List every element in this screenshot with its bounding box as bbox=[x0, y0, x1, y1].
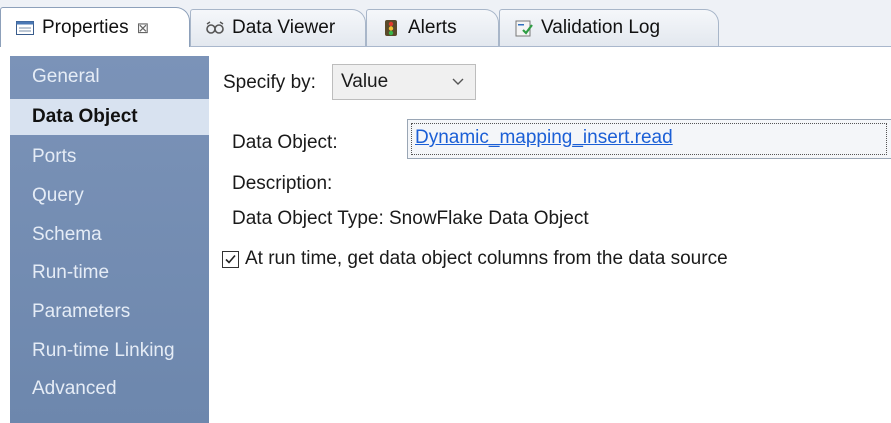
sidebar-item-schema[interactable]: Schema bbox=[10, 217, 209, 253]
sidebar-item-label: Data Object bbox=[32, 106, 138, 127]
sidebar-item-label: Parameters bbox=[32, 301, 131, 322]
close-icon[interactable]: ⊠ bbox=[137, 19, 150, 37]
sidebar-item-parameters[interactable]: Parameters bbox=[10, 294, 209, 330]
chevron-down-icon bbox=[451, 65, 465, 111]
description-label: Description: bbox=[232, 173, 333, 194]
alerts-icon bbox=[381, 18, 401, 38]
validation-log-icon bbox=[514, 18, 534, 38]
runtime-columns-option: At run time, get data object columns fro… bbox=[222, 248, 728, 270]
view-tab-strip: Properties ⊠ Data Viewer Alerts Validati… bbox=[0, 0, 891, 47]
data-object-panel: Specify by: Value Data Object: Dynamic_m… bbox=[209, 47, 891, 423]
sidebar-item-label: Advanced bbox=[32, 378, 117, 399]
sidebar-item-label: Ports bbox=[32, 146, 77, 167]
tab-label: Validation Log bbox=[541, 17, 661, 38]
tab-validation-log[interactable]: Validation Log bbox=[499, 9, 719, 46]
data-object-type-text: Data Object Type: SnowFlake Data Object bbox=[232, 208, 589, 229]
sidebar-item-ports[interactable]: Ports bbox=[10, 139, 209, 175]
sidebar-item-label: Query bbox=[32, 185, 84, 206]
data-object-label: Data Object: bbox=[232, 132, 338, 153]
data-viewer-icon bbox=[205, 18, 225, 38]
specify-by-select[interactable]: Value bbox=[332, 64, 476, 100]
tab-properties[interactable]: Properties ⊠ bbox=[0, 7, 190, 47]
tab-label: Properties bbox=[42, 16, 129, 38]
sidebar-item-label: General bbox=[32, 66, 100, 87]
tab-label: Alerts bbox=[408, 17, 457, 38]
runtime-columns-checkbox[interactable] bbox=[222, 250, 239, 268]
sidebar-item-data-object[interactable]: Data Object bbox=[10, 99, 209, 135]
properties-icon bbox=[15, 18, 35, 38]
tab-alerts[interactable]: Alerts bbox=[366, 9, 499, 46]
runtime-columns-label: At run time, get data object columns fro… bbox=[245, 248, 728, 269]
sidebar-item-run-time[interactable]: Run-time bbox=[10, 255, 209, 291]
sidebar-item-label: Schema bbox=[32, 224, 102, 245]
properties-sidebar: General Data Object Ports Query Schema R… bbox=[10, 56, 209, 423]
data-object-field[interactable]: Dynamic_mapping_insert.read bbox=[407, 119, 891, 159]
sidebar-item-run-time-linking[interactable]: Run-time Linking bbox=[10, 333, 209, 369]
specify-by-value: Value bbox=[341, 71, 389, 92]
sidebar-item-label: Run-time bbox=[32, 262, 110, 283]
sidebar-item-label: Run-time Linking bbox=[32, 340, 175, 361]
tab-label: Data Viewer bbox=[232, 17, 336, 38]
sidebar-item-query[interactable]: Query bbox=[10, 178, 209, 214]
specify-by-label: Specify by: bbox=[223, 72, 316, 93]
sidebar-item-general[interactable]: General bbox=[10, 59, 209, 95]
sidebar-item-advanced[interactable]: Advanced bbox=[10, 371, 209, 407]
tab-data-viewer[interactable]: Data Viewer bbox=[190, 9, 366, 46]
data-object-link[interactable]: Dynamic_mapping_insert.read bbox=[415, 127, 673, 148]
